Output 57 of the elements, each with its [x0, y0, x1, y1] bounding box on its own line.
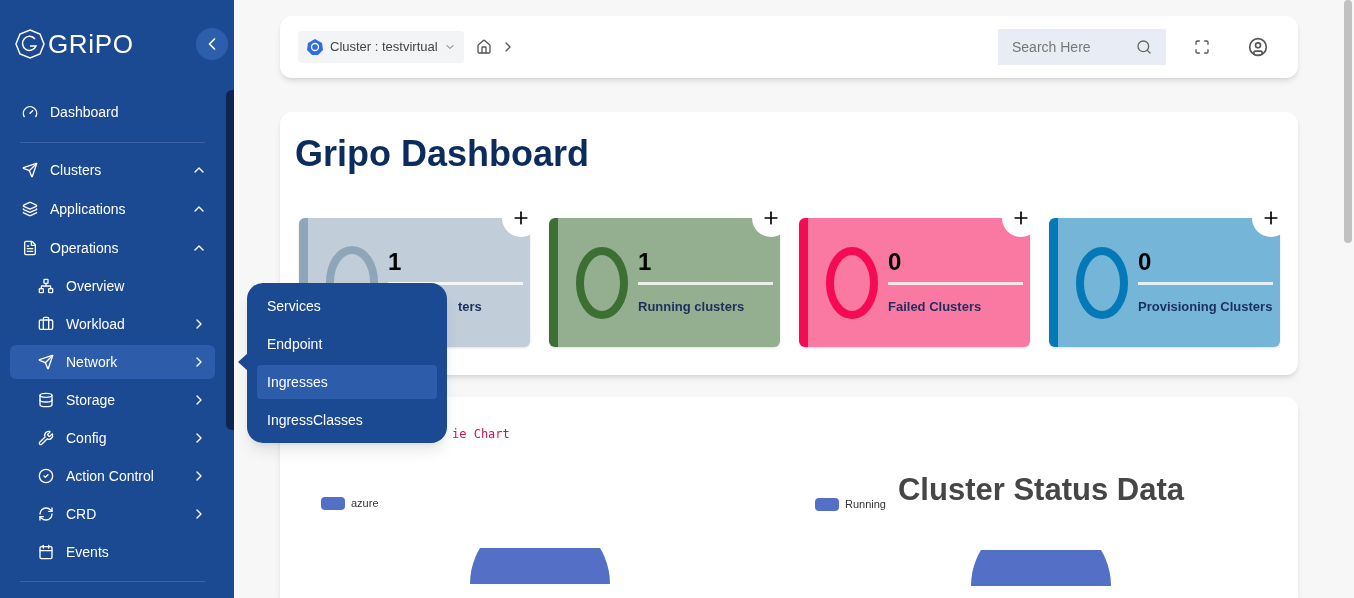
sidebar-item[interactable]: Workload: [10, 307, 215, 341]
ring-icon: [1076, 246, 1128, 319]
refresh-icon: [38, 506, 54, 522]
user-icon[interactable]: [1248, 37, 1268, 57]
submenu-item[interactable]: Services: [257, 289, 437, 323]
sidebar-item[interactable]: Applications: [10, 192, 215, 226]
send-icon: [22, 162, 38, 178]
submenu-item[interactable]: IngressClasses: [257, 403, 437, 437]
sidebar-item[interactable]: Operations: [10, 231, 215, 265]
legend-label: azure: [351, 496, 379, 511]
home-icon[interactable]: [475, 39, 492, 55]
sidebar-item[interactable]: Config: [10, 421, 215, 455]
chart-title: ie Chart: [452, 426, 511, 443]
helm-icon: [306, 38, 324, 56]
logo-text: GRiPO: [48, 27, 134, 61]
gauge-icon: [22, 104, 38, 120]
scrollbar-thumb[interactable]: [226, 90, 234, 430]
logo-icon: [14, 28, 46, 60]
document-icon: [22, 240, 38, 256]
calendar-icon: [38, 544, 54, 560]
sidebar-item[interactable]: Storage: [10, 383, 215, 417]
check-circle-icon: [38, 468, 54, 484]
fullscreen-icon[interactable]: [1194, 39, 1210, 55]
stat-label: Provisioning Clusters: [1138, 298, 1273, 317]
sidebar-item[interactable]: Events: [10, 535, 215, 569]
legend-label: Running: [845, 497, 886, 512]
send-icon: [38, 354, 54, 370]
ring-icon: [826, 246, 878, 319]
page-title: Gripo Dashboard: [295, 132, 591, 176]
hierarchy-icon: [38, 278, 54, 294]
submenu-item[interactable]: Endpoint: [257, 327, 437, 361]
sidebar-item[interactable]: Action Control: [10, 459, 215, 493]
sidebar-item[interactable]: Overview: [10, 269, 215, 303]
stat-label: Failed Clusters: [888, 298, 983, 317]
sidebar-item[interactable]: Dashboard: [10, 95, 215, 129]
submenu-item[interactable]: Ingresses: [257, 365, 437, 399]
layers-icon: [22, 201, 38, 217]
page-scrollbar-thumb[interactable]: [1344, 0, 1352, 243]
chart-heading: Cluster Status Data: [898, 471, 1184, 509]
stat-value: 0: [888, 248, 903, 277]
collapse-button[interactable]: [196, 28, 228, 60]
database-icon: [38, 392, 54, 408]
sidebar-item[interactable]: Clusters: [10, 153, 215, 187]
cluster-selector[interactable]: Cluster : testvirtual: [298, 31, 464, 63]
tools-icon: [38, 430, 54, 446]
sidebar-item[interactable]: Network: [10, 345, 215, 379]
stat-label: ters: [457, 298, 483, 317]
ring-icon: [326, 246, 378, 284]
briefcase-icon: [38, 316, 54, 332]
sidebar-item[interactable]: CRD: [10, 497, 215, 531]
stat-value: 0: [1138, 248, 1153, 277]
ring-icon: [576, 246, 628, 319]
search-field[interactable]: Search Here: [998, 29, 1166, 65]
stat-label: Running clusters: [638, 298, 746, 317]
stat-value: 1: [638, 248, 653, 277]
stat-value: 1: [388, 248, 403, 277]
search-icon: [1136, 39, 1152, 55]
